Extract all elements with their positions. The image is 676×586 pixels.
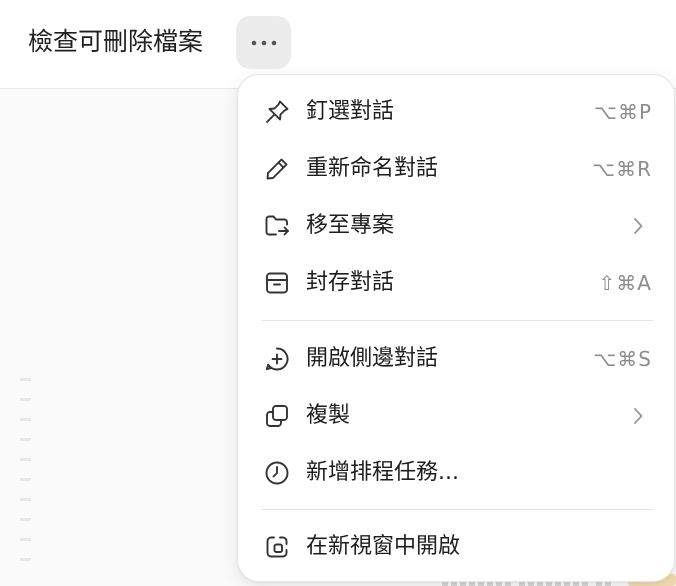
menu-item-rename[interactable]: 重新命名對話 ⌥⌘R xyxy=(238,142,674,196)
shortcut-label: ⌥⌘R xyxy=(592,157,652,181)
menu-item-label: 新增排程任務... xyxy=(306,460,459,485)
shortcut-label: ⇧⌘A xyxy=(598,271,652,295)
menu-item-label: 複製 xyxy=(306,403,351,428)
menu-item-open-side-conversation[interactable]: 開啟側邊對話 ⌥⌘S xyxy=(238,332,674,386)
menu-item-label: 封存對話 xyxy=(306,270,395,295)
menu-item-label: 在新視窗中開啟 xyxy=(306,534,461,559)
folder-move-icon xyxy=(262,211,292,241)
clock-icon xyxy=(262,458,292,488)
shortcut-label: ⌥⌘S xyxy=(593,347,652,371)
menu-divider xyxy=(261,320,653,321)
menu-divider xyxy=(261,509,653,510)
new-window-icon xyxy=(262,532,292,562)
menu-item-label: 釘選對話 xyxy=(306,99,395,124)
more-options-button[interactable] xyxy=(236,16,291,69)
menu-item-new-scheduled-task[interactable]: 新增排程任務... xyxy=(238,446,674,500)
menu-item-pin[interactable]: 釘選對話 ⌥⌘P xyxy=(238,85,674,139)
plus-circle-icon xyxy=(262,344,292,374)
menu-item-copy[interactable]: 複製 xyxy=(238,389,674,443)
shortcut-label: ⌥⌘P xyxy=(593,100,652,124)
scroll-indicator xyxy=(20,378,32,578)
menu-item-open-in-new-window[interactable]: 在新視窗中開啟 xyxy=(238,520,674,574)
menu-item-label: 開啟側邊對話 xyxy=(306,346,439,371)
menu-item-move-to-project[interactable]: 移至專案 xyxy=(238,199,674,253)
menu-item-archive[interactable]: 封存對話 ⇧⌘A xyxy=(238,256,674,310)
chevron-right-icon xyxy=(630,214,646,238)
menu-item-label: 移至專案 xyxy=(306,213,395,238)
chevron-right-icon xyxy=(630,404,646,428)
menu-item-label: 重新命名對話 xyxy=(306,156,439,181)
archive-icon xyxy=(262,268,292,298)
copy-icon xyxy=(262,401,292,431)
pin-icon xyxy=(262,97,292,127)
more-horizontal-icon xyxy=(251,40,277,46)
conversation-options-menu: 釘選對話 ⌥⌘P 重新命名對話 ⌥⌘R 移至專案 封存對話 ⇧⌘A 開啟側邊對話… xyxy=(237,74,675,582)
page-title: 檢查可刪除檔案 xyxy=(28,27,204,56)
pencil-icon xyxy=(262,154,292,184)
